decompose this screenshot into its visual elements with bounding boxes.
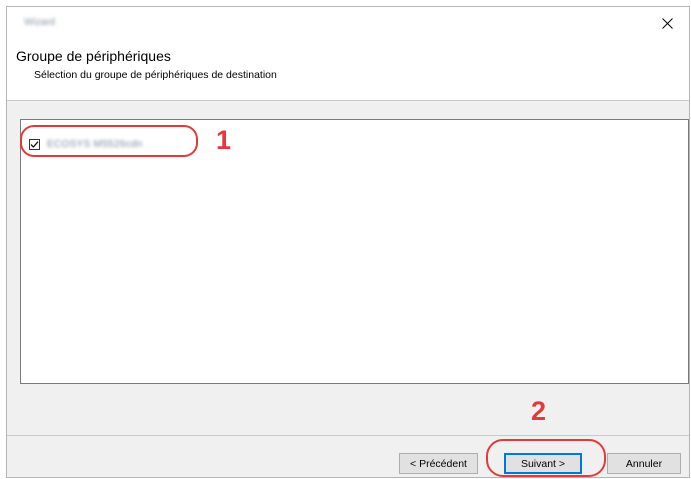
callout-number-2: 2 [531,396,547,426]
close-button[interactable] [645,7,689,39]
page-title: Groupe de périphériques [16,48,171,64]
cancel-button[interactable]: Annuler [607,453,681,474]
wizard-header: Groupe de périphériques Sélection du gro… [7,39,689,101]
footer-divider [7,435,689,436]
page-subtitle: Sélection du groupe de périphériques de … [34,69,277,81]
window-title: Wizard [24,17,56,28]
wizard-dialog: Wizard Groupe de périphériques Sélection… [6,6,690,478]
callout-highlight-1 [20,125,198,157]
callout-highlight-2 [486,439,606,477]
device-group-list[interactable]: ECOSYS M5526cdn [20,119,689,384]
close-icon [661,17,673,29]
back-button[interactable]: < Précédent [399,453,478,474]
callout-number-1: 1 [216,125,232,155]
title-bar: Wizard [7,7,689,39]
